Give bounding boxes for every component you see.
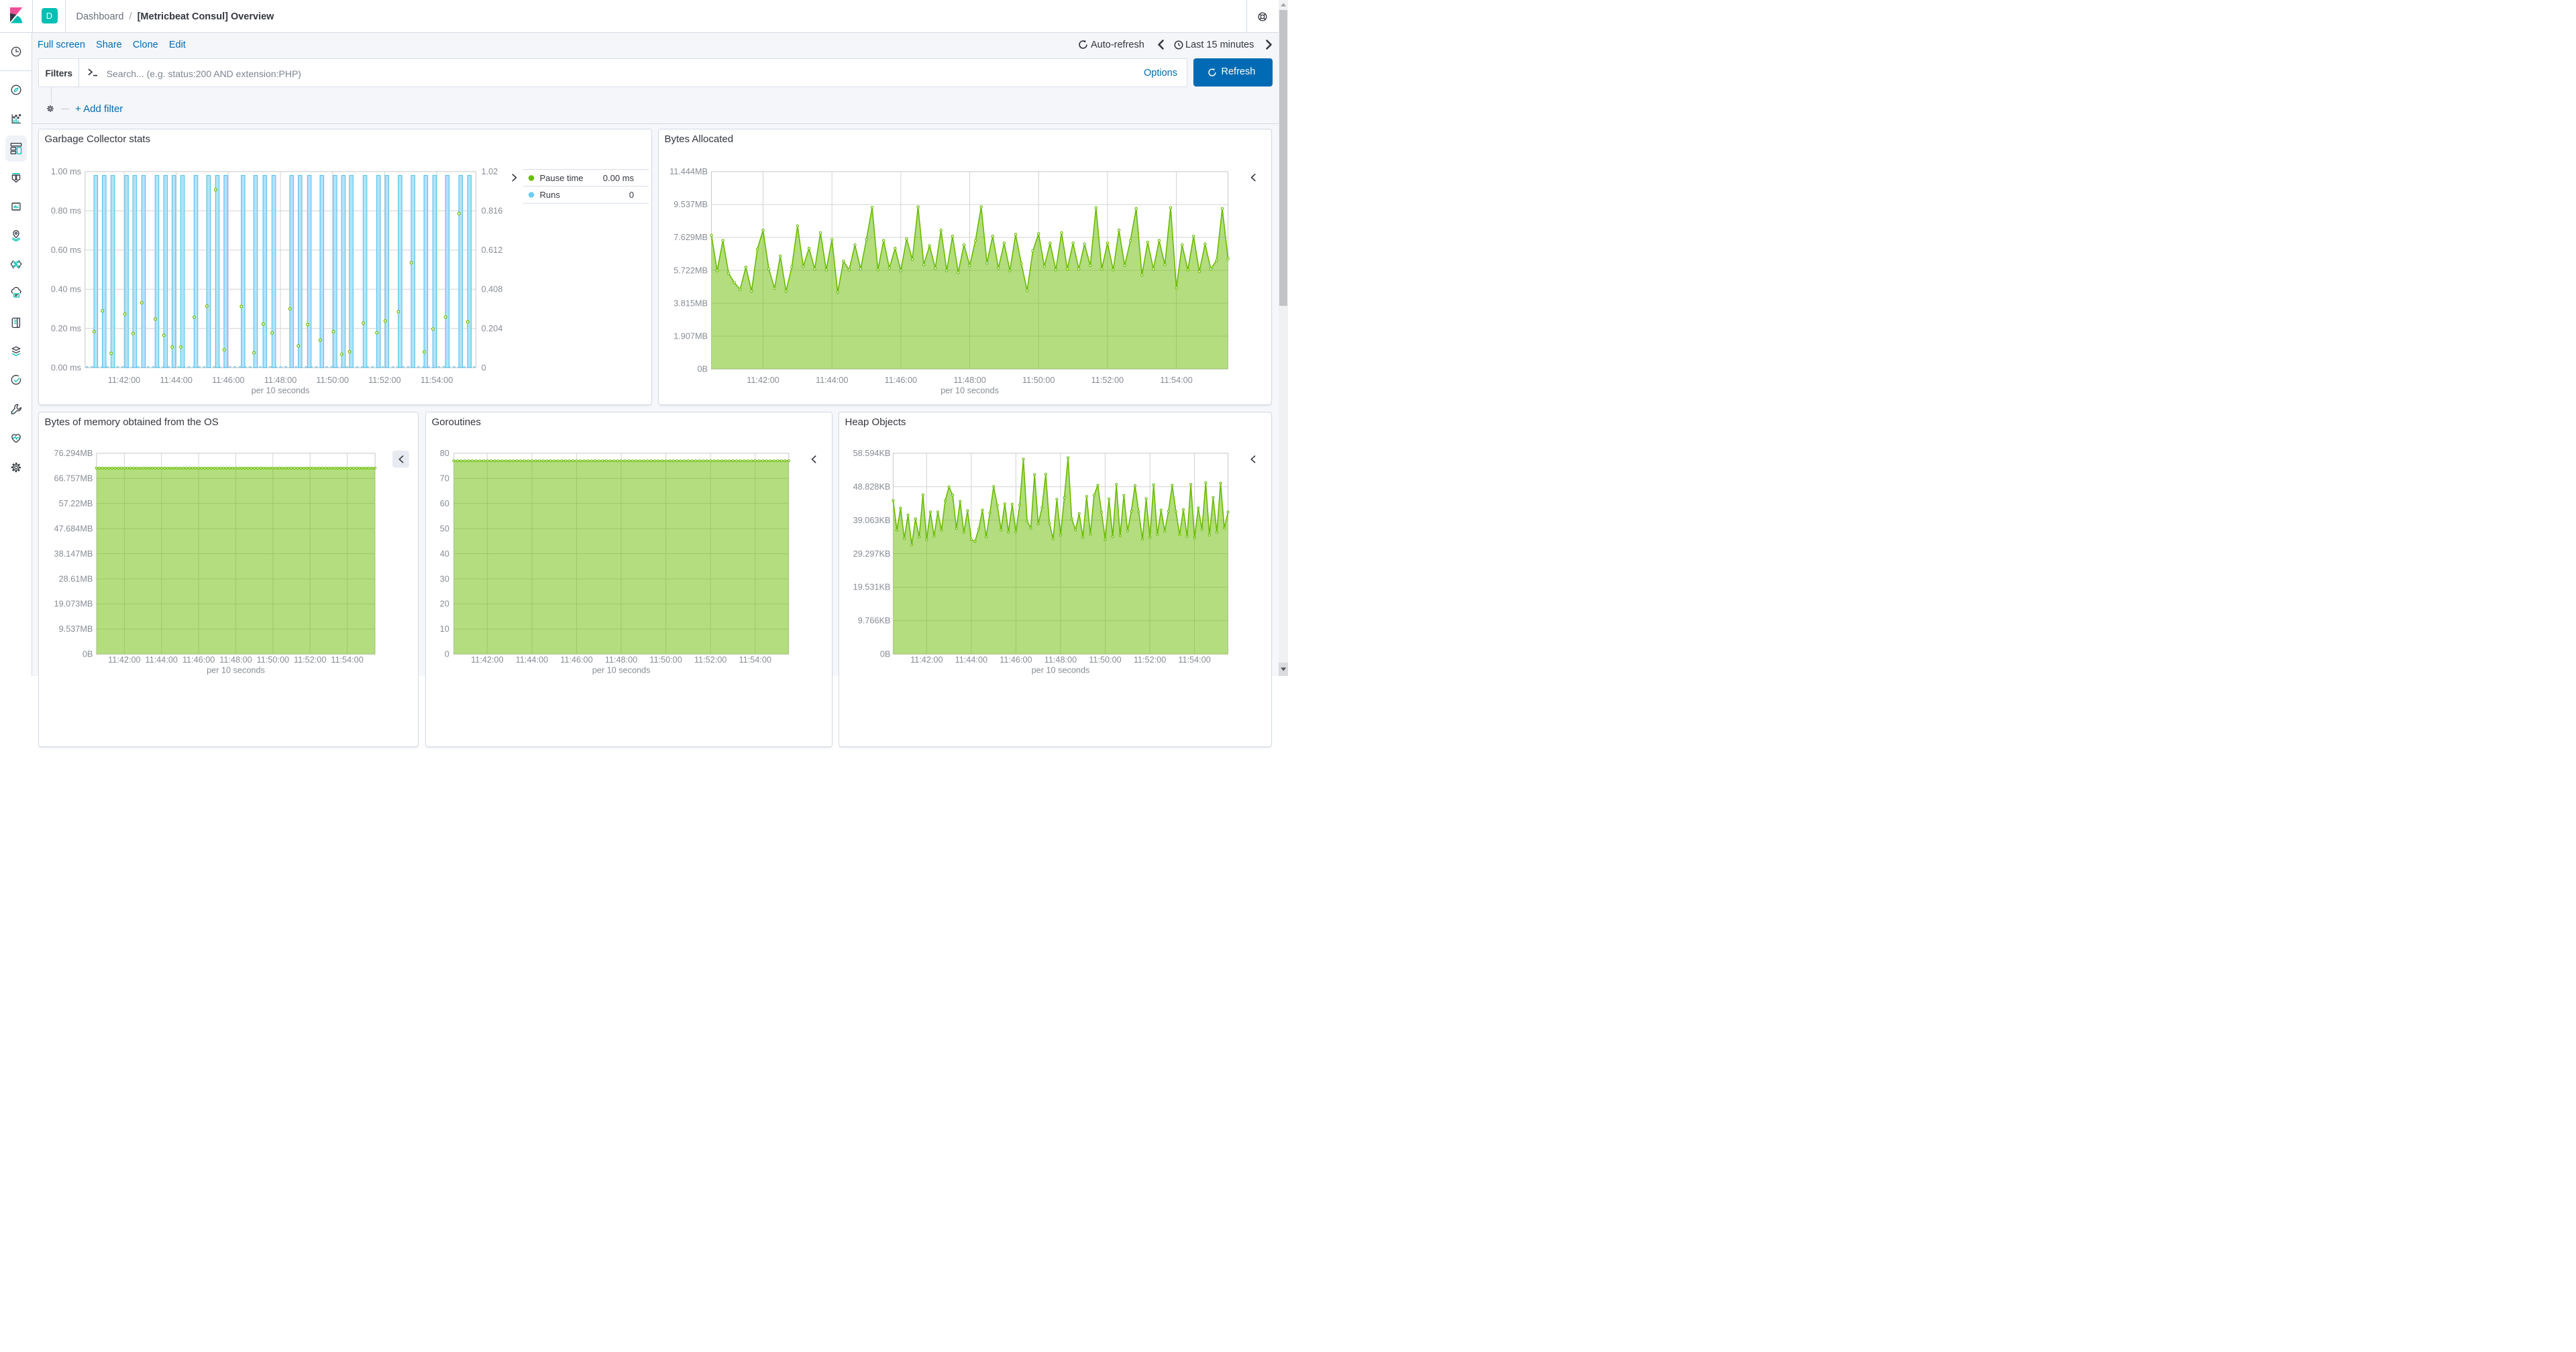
svg-text:0: 0 xyxy=(445,650,449,659)
svg-text:19.073MB: 19.073MB xyxy=(54,600,93,609)
svg-text:9.537MB: 9.537MB xyxy=(674,201,708,210)
svg-text:11:50:00: 11:50:00 xyxy=(1022,376,1055,385)
svg-text:11:46:00: 11:46:00 xyxy=(1000,655,1032,665)
svg-text:29.297KB: 29.297KB xyxy=(853,549,891,559)
svg-text:11:54:00: 11:54:00 xyxy=(331,655,363,665)
svg-text:30: 30 xyxy=(440,574,449,583)
svg-text:11:42:00: 11:42:00 xyxy=(471,655,503,665)
svg-text:0.00 ms: 0.00 ms xyxy=(603,173,635,183)
svg-text:11:48:00: 11:48:00 xyxy=(605,655,637,665)
svg-text:7.629MB: 7.629MB xyxy=(674,233,708,243)
svg-text:0: 0 xyxy=(629,190,634,200)
svg-text:11:46:00: 11:46:00 xyxy=(885,376,917,385)
svg-text:11:48:00: 11:48:00 xyxy=(953,376,985,385)
svg-text:11:50:00: 11:50:00 xyxy=(1089,655,1121,665)
svg-text:11:46:00: 11:46:00 xyxy=(560,655,592,665)
svg-text:3.815MB: 3.815MB xyxy=(674,299,708,308)
svg-text:38.147MB: 38.147MB xyxy=(54,549,93,559)
svg-text:0.408: 0.408 xyxy=(482,285,503,294)
svg-text:11:54:00: 11:54:00 xyxy=(739,655,771,665)
svg-text:11.444MB: 11.444MB xyxy=(669,168,708,177)
svg-text:20: 20 xyxy=(440,600,449,609)
svg-text:11:52:00: 11:52:00 xyxy=(368,376,400,385)
svg-text:11:50:00: 11:50:00 xyxy=(649,655,682,665)
svg-text:per 10 seconds: per 10 seconds xyxy=(252,386,310,396)
svg-text:11:52:00: 11:52:00 xyxy=(1091,376,1124,385)
svg-text:11:46:00: 11:46:00 xyxy=(182,655,215,665)
svg-text:1.907MB: 1.907MB xyxy=(674,332,708,341)
svg-text:0.60 ms: 0.60 ms xyxy=(51,245,81,255)
svg-text:11:42:00: 11:42:00 xyxy=(747,376,779,385)
svg-text:47.684MB: 47.684MB xyxy=(54,524,93,534)
svg-text:Pause time: Pause time xyxy=(540,173,584,183)
svg-text:11:54:00: 11:54:00 xyxy=(1178,655,1210,665)
svg-text:5.722MB: 5.722MB xyxy=(674,266,708,276)
svg-text:0.00 ms: 0.00 ms xyxy=(51,363,81,373)
svg-text:60: 60 xyxy=(440,499,449,508)
svg-text:11:52:00: 11:52:00 xyxy=(294,655,326,665)
svg-text:40: 40 xyxy=(440,549,449,559)
svg-text:1.02: 1.02 xyxy=(482,167,498,176)
svg-text:9.766KB: 9.766KB xyxy=(858,616,891,626)
svg-text:9.537MB: 9.537MB xyxy=(59,624,93,634)
svg-text:11:42:00: 11:42:00 xyxy=(108,655,140,665)
svg-text:0B: 0B xyxy=(880,650,891,659)
svg-text:per 10 seconds: per 10 seconds xyxy=(941,386,999,396)
svg-text:11:50:00: 11:50:00 xyxy=(316,376,348,385)
svg-text:0B: 0B xyxy=(697,365,708,374)
svg-text:0: 0 xyxy=(482,363,486,373)
svg-text:Runs: Runs xyxy=(540,190,561,200)
svg-text:1.00 ms: 1.00 ms xyxy=(51,167,81,176)
svg-text:11:52:00: 11:52:00 xyxy=(1134,655,1166,665)
svg-text:11:48:00: 11:48:00 xyxy=(1044,655,1077,665)
svg-text:11:46:00: 11:46:00 xyxy=(212,376,244,385)
svg-text:19.531KB: 19.531KB xyxy=(853,583,891,592)
svg-text:11:44:00: 11:44:00 xyxy=(955,655,987,665)
svg-text:39.063KB: 39.063KB xyxy=(853,516,891,525)
svg-text:66.757MB: 66.757MB xyxy=(54,474,93,484)
svg-text:11:44:00: 11:44:00 xyxy=(516,655,548,665)
svg-text:80: 80 xyxy=(440,449,449,458)
svg-text:0.612: 0.612 xyxy=(482,245,503,255)
svg-text:0.204: 0.204 xyxy=(482,324,503,333)
svg-text:11:50:00: 11:50:00 xyxy=(257,655,289,665)
svg-text:per 10 seconds: per 10 seconds xyxy=(207,665,265,675)
svg-text:11:44:00: 11:44:00 xyxy=(160,376,192,385)
svg-text:57.22MB: 57.22MB xyxy=(59,499,93,508)
svg-text:per 10 seconds: per 10 seconds xyxy=(592,665,651,675)
svg-text:10: 10 xyxy=(440,624,449,634)
svg-text:58.594KB: 58.594KB xyxy=(853,449,891,458)
svg-text:11:48:00: 11:48:00 xyxy=(219,655,252,665)
svg-text:11:54:00: 11:54:00 xyxy=(421,376,453,385)
svg-text:per 10 seconds: per 10 seconds xyxy=(1032,665,1090,675)
svg-text:11:42:00: 11:42:00 xyxy=(108,376,140,385)
svg-text:11:42:00: 11:42:00 xyxy=(910,655,943,665)
svg-text:70: 70 xyxy=(440,474,449,484)
svg-text:0.816: 0.816 xyxy=(482,207,503,216)
svg-text:11:44:00: 11:44:00 xyxy=(146,655,178,665)
svg-text:11:54:00: 11:54:00 xyxy=(1160,376,1192,385)
svg-text:48.828KB: 48.828KB xyxy=(853,482,891,492)
svg-text:28.61MB: 28.61MB xyxy=(59,574,93,583)
svg-text:11:44:00: 11:44:00 xyxy=(816,376,848,385)
svg-text:0.20 ms: 0.20 ms xyxy=(51,324,81,333)
svg-text:0B: 0B xyxy=(83,650,93,659)
svg-text:11:48:00: 11:48:00 xyxy=(264,376,297,385)
svg-text:0.40 ms: 0.40 ms xyxy=(51,285,81,294)
svg-text:11:52:00: 11:52:00 xyxy=(694,655,727,665)
svg-text:50: 50 xyxy=(440,524,449,534)
svg-text:0.80 ms: 0.80 ms xyxy=(51,207,81,216)
svg-text:76.294MB: 76.294MB xyxy=(54,449,93,458)
